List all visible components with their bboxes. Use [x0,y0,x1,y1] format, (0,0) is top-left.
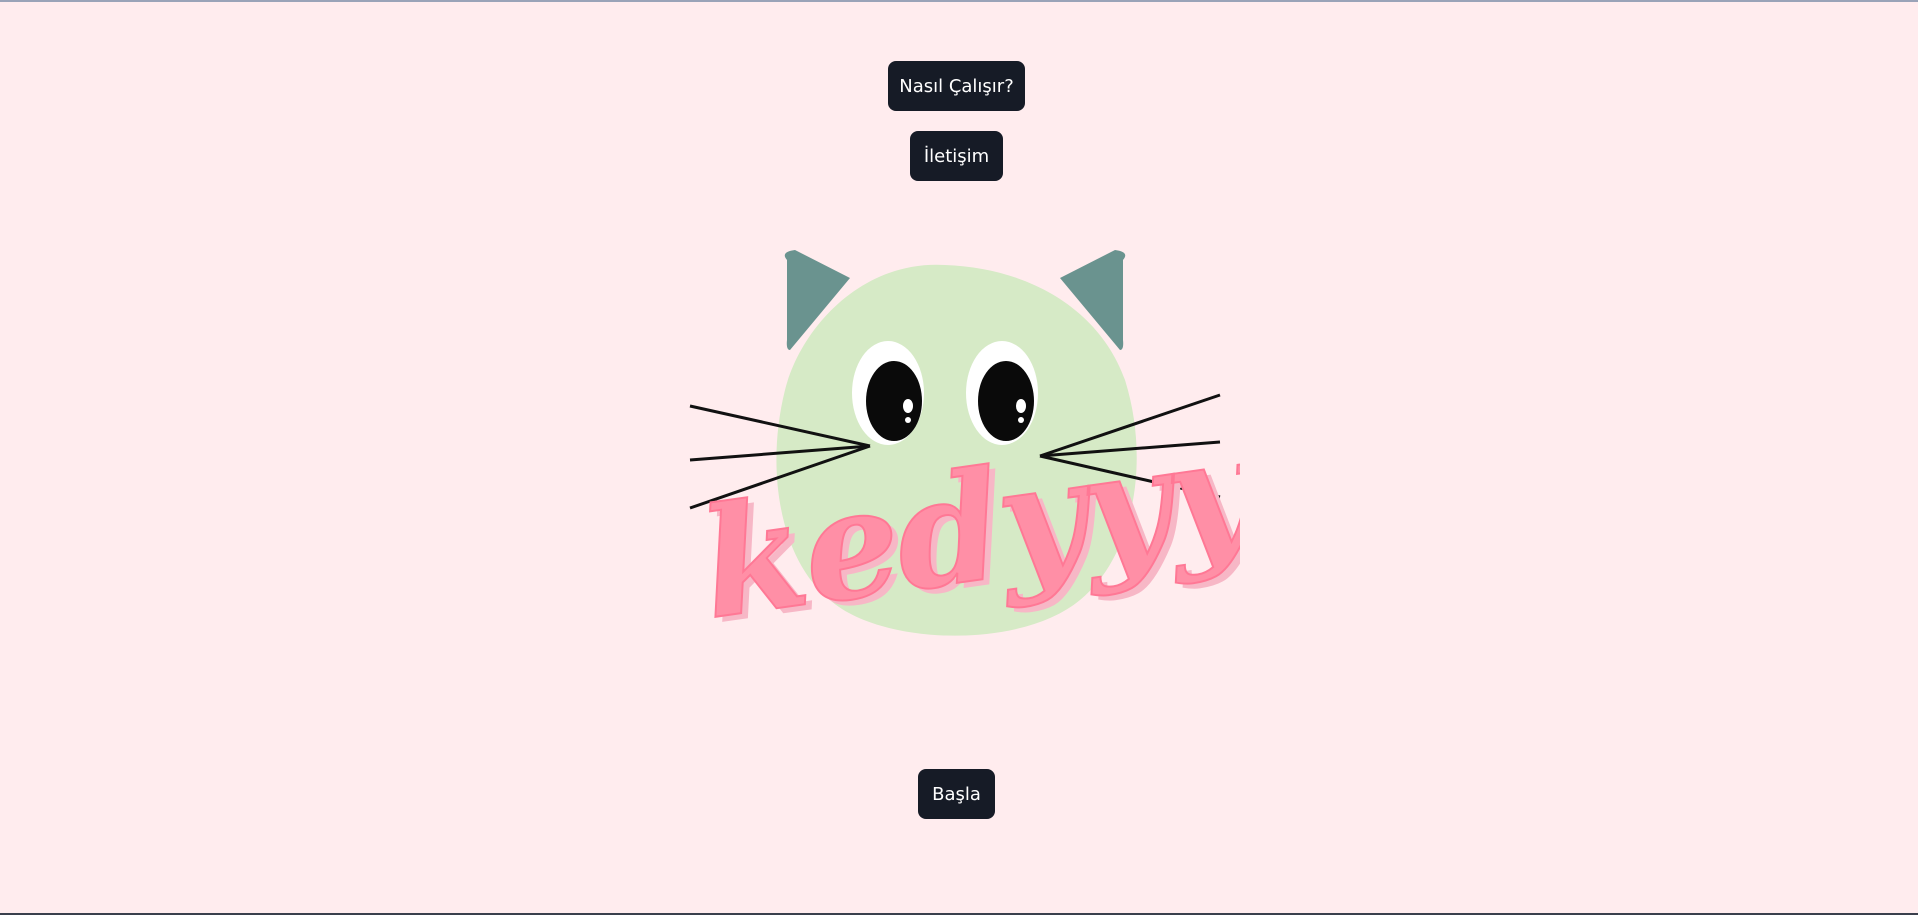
window-top-border [0,0,1918,2]
start-button[interactable]: Başla [918,769,995,819]
kedyyy-logo: kedyyy kedyyy [689,250,1240,658]
cat-right-pupil [978,361,1034,441]
contact-button[interactable]: İletişim [910,131,1003,181]
cat-left-pupil [866,361,922,441]
how-it-works-button[interactable]: Nasıl Çalışır? [888,61,1025,111]
